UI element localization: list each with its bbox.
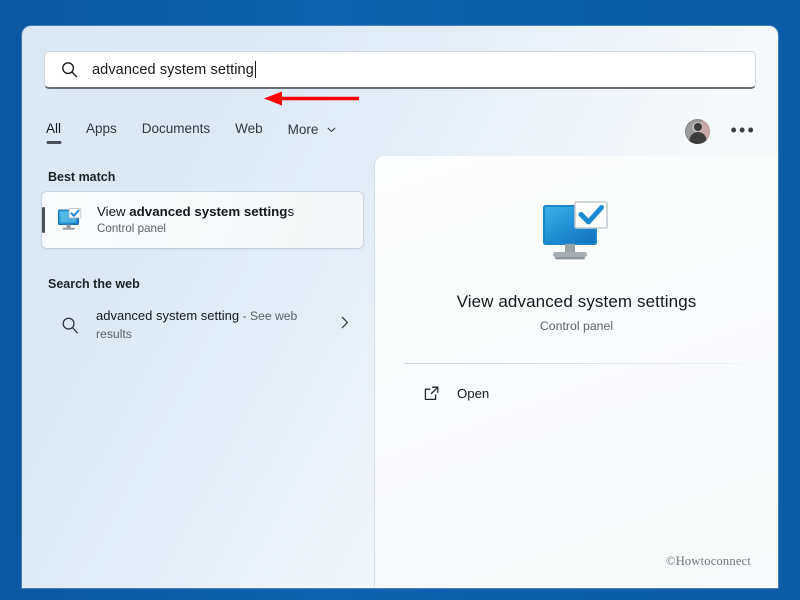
best-match-title: View advanced system settings [97, 204, 294, 220]
avatar-head [693, 123, 702, 131]
best-match-title-prefix: View [97, 204, 130, 219]
tab-apps[interactable]: Apps [86, 118, 117, 146]
header-actions: ••• [685, 118, 758, 144]
tab-all-label: All [46, 121, 62, 136]
web-search-result-item[interactable]: advanced system setting - See web result… [42, 299, 363, 351]
annotation-arrow-icon [264, 91, 359, 106]
chevron-down-icon [327, 121, 336, 136]
best-match-title-suffix: s [287, 204, 295, 219]
preview-title: View advanced system settings [456, 292, 697, 311]
search-icon [61, 316, 80, 335]
best-match-title-match: advanced system setting [129, 204, 288, 219]
search-icon [61, 61, 78, 78]
tab-all[interactable]: All [46, 118, 61, 146]
tab-apps-label: Apps [86, 121, 117, 136]
web-search-query: advanced system setting [96, 308, 240, 323]
best-match-subtitle: Control panel [97, 222, 166, 235]
ellipsis-icon: ••• [730, 119, 756, 140]
tab-web-label: Web [235, 121, 263, 136]
best-match-section-title: Best match [48, 170, 116, 184]
search-web-section-title: Search the web [48, 277, 140, 291]
windows-search-flyout: advanced system setting All Apps Documen… [22, 26, 778, 588]
account-avatar[interactable] [685, 119, 711, 144]
watermark-text: ©Howtoconnect [666, 554, 751, 568]
open-action-label: Open [457, 385, 490, 401]
results-list: Best match View advanced system settings… [22, 156, 375, 588]
selection-indicator [42, 207, 45, 233]
text-caret [254, 61, 256, 78]
tab-more-label: More [287, 122, 319, 137]
web-search-result-text: advanced system setting - See web result… [96, 307, 311, 343]
result-preview-pane: View advanced system settings Control pa… [375, 156, 778, 588]
tab-more[interactable]: More [288, 118, 337, 147]
avatar-body [689, 132, 707, 144]
tab-documents[interactable]: Documents [142, 118, 210, 146]
chevron-right-icon[interactable] [341, 316, 355, 334]
preview-subtitle: Control panel [539, 319, 614, 333]
tab-web[interactable]: Web [235, 118, 263, 146]
more-options-button[interactable]: ••• [728, 121, 758, 143]
open-action-button[interactable]: Open [423, 378, 633, 408]
open-external-icon [423, 385, 440, 402]
search-filter-tabs: All Apps Documents Web More ••• [46, 118, 758, 154]
desktop-backdrop: advanced system setting All Apps Documen… [0, 0, 800, 600]
tab-active-indicator [46, 141, 61, 144]
search-input-value: advanced system setting [92, 61, 254, 78]
preview-divider [404, 363, 749, 364]
search-box-container: advanced system setting [44, 51, 756, 89]
tab-documents-label: Documents [141, 121, 211, 136]
best-match-texts: View advanced system settings Control pa… [97, 204, 294, 236]
system-properties-icon [56, 206, 84, 234]
search-input[interactable]: advanced system setting [44, 51, 756, 89]
system-properties-icon [535, 198, 619, 270]
best-match-result-item[interactable]: View advanced system settings Control pa… [42, 192, 363, 248]
